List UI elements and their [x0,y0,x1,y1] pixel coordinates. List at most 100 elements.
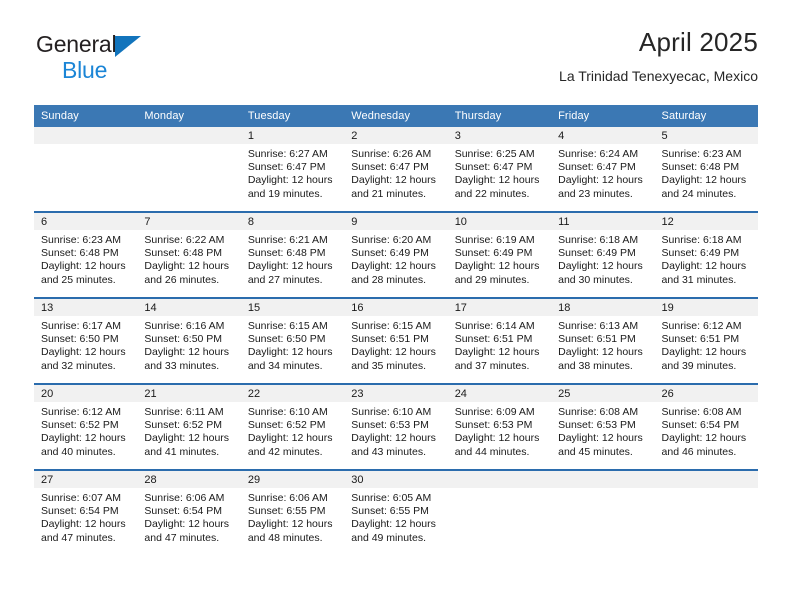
page-title: April 2025 [638,27,758,57]
daylight-text: Daylight: 12 hours and 19 minutes. [247,174,333,200]
calendar-cell-day[interactable]: 29 Sunrise: 6:06 AM Sunset: 6:55 PM Dayligh… [240,469,345,555]
calendar-cell-day[interactable]: 17 Sunrise: 6:14 AM Sunset: 6:51 PM Dayligh… [447,297,552,384]
calendar-cell-day[interactable]: 2 Sunrise: 6:26 AM Sunset: 6:47 PM Daylight… [344,127,448,212]
day-number [551,471,655,488]
calendar-cell-empty [551,469,655,555]
general-blue-logo[interactable]: General Blue [36,33,276,89]
day-number: 27 [34,471,138,488]
daylight-text: Daylight: 12 hours and 40 minutes. [41,432,126,458]
daylight-text: Daylight: 12 hours and 29 minutes. [454,260,540,286]
sunset-text: Sunset: 6:52 PM [247,419,326,432]
sunrise-text: Sunrise: 6:13 AM [558,320,639,332]
day-number: 17 [447,299,552,316]
calendar-cell-day[interactable]: 7 Sunrise: 6:22 AM Sunset: 6:48 PM Daylight… [137,211,241,298]
day-sun-info: Sunrise: 6:08 AM Sunset: 6:54 PM Daylight:… [655,402,758,459]
sunrise-text: Sunrise: 6:11 AM [144,406,224,418]
day-sun-info: Sunrise: 6:06 AM Sunset: 6:54 PM Daylight:… [137,488,240,545]
weekday-header-tuesday: Tuesday [240,105,345,127]
sunset-text: Sunset: 6:50 PM [144,333,223,346]
calendar-cell-day[interactable]: 26 Sunrise: 6:08 AM Sunset: 6:54 PM Dayligh… [654,383,758,470]
calendar-cell-day[interactable]: 16 Sunrise: 6:15 AM Sunset: 6:51 PM Dayligh… [344,297,448,384]
calendar-cell-day[interactable]: 13 Sunrise: 6:17 AM Sunset: 6:50 PM Dayligh… [34,297,138,384]
daylight-text: Daylight: 12 hours and 48 minutes. [247,518,333,544]
day-number: 5 [654,127,758,144]
day-cell: 9 Sunrise: 6:20 AM Sunset: 6:49 PM Daylight… [344,213,448,297]
day-cell: 26 Sunrise: 6:08 AM Sunset: 6:54 PM Dayligh… [654,385,758,469]
sunset-text: Sunset: 6:51 PM [558,333,636,346]
day-cell: 19 Sunrise: 6:12 AM Sunset: 6:51 PM Dayligh… [654,299,758,383]
day-cell: 10 Sunrise: 6:19 AM Sunset: 6:49 PM Dayligh… [447,213,552,297]
calendar-cell-day[interactable]: 8 Sunrise: 6:21 AM Sunset: 6:48 PM Daylight… [240,211,345,298]
calendar-cell-day[interactable]: 12 Sunrise: 6:18 AM Sunset: 6:49 PM Dayligh… [654,211,758,298]
page-subtitle: La Trinidad Tenexyecac, Mexico [559,67,758,84]
daylight-text: Daylight: 12 hours and 31 minutes. [661,260,747,286]
sunset-text: Sunset: 6:48 PM [247,247,326,260]
daylight-text: Daylight: 12 hours and 39 minutes. [661,346,747,372]
calendar-week-row: 1 Sunrise: 6:27 AM Sunset: 6:47 PM Daylight… [34,127,758,212]
daylight-text: Daylight: 12 hours and 32 minutes. [41,346,126,372]
day-cell: 3 Sunrise: 6:25 AM Sunset: 6:47 PM Daylight… [447,127,552,211]
calendar-cell-day[interactable]: 20 Sunrise: 6:12 AM Sunset: 6:52 PM Dayligh… [34,383,138,470]
sunrise-text: Sunrise: 6:12 AM [661,320,742,332]
day-sun-info: Sunrise: 6:15 AM Sunset: 6:50 PM Daylight:… [241,316,344,373]
logo-triangle-icon [115,36,141,57]
sunrise-text: Sunrise: 6:08 AM [558,406,639,418]
day-number: 26 [654,385,758,402]
calendar-cell-day[interactable]: 14 Sunrise: 6:16 AM Sunset: 6:50 PM Dayligh… [137,297,241,384]
weekday-header-wednesday: Wednesday [344,105,448,127]
daylight-text: Daylight: 12 hours and 42 minutes. [247,432,333,458]
calendar-cell-day[interactable]: 1 Sunrise: 6:27 AM Sunset: 6:47 PM Daylight… [240,127,345,212]
day-number: 29 [240,471,345,488]
calendar-cell-day[interactable]: 3 Sunrise: 6:25 AM Sunset: 6:47 PM Daylight… [447,127,552,212]
calendar-cell-day[interactable]: 23 Sunrise: 6:10 AM Sunset: 6:53 PM Dayligh… [344,383,448,470]
day-number: 9 [344,213,448,230]
calendar-cell-day[interactable]: 4 Sunrise: 6:24 AM Sunset: 6:47 PM Daylight… [551,127,655,212]
day-cell: 30 Sunrise: 6:05 AM Sunset: 6:55 PM Dayligh… [344,471,448,555]
calendar-cell-day[interactable]: 5 Sunrise: 6:23 AM Sunset: 6:48 PM Daylight… [654,127,758,212]
sunset-text: Sunset: 6:55 PM [351,505,429,518]
sunrise-text: Sunrise: 6:24 AM [558,148,639,160]
calendar-cell-day[interactable]: 9 Sunrise: 6:20 AM Sunset: 6:49 PM Daylight… [344,211,448,298]
sunrise-text: Sunrise: 6:05 AM [351,492,432,504]
day-cell: 15 Sunrise: 6:15 AM Sunset: 6:50 PM Dayligh… [240,299,345,383]
sunset-text: Sunset: 6:49 PM [661,247,740,260]
calendar-cell-day[interactable]: 24 Sunrise: 6:09 AM Sunset: 6:53 PM Dayligh… [447,383,552,470]
day-number: 28 [137,471,241,488]
calendar-cell-day[interactable]: 15 Sunrise: 6:15 AM Sunset: 6:50 PM Dayligh… [240,297,345,384]
sunset-text: Sunset: 6:47 PM [454,161,533,174]
sunrise-text: Sunrise: 6:20 AM [351,234,432,246]
day-number: 2 [344,127,448,144]
logo-top-row: General [36,33,276,59]
calendar-cell-day[interactable]: 25 Sunrise: 6:08 AM Sunset: 6:53 PM Dayligh… [551,383,655,470]
weekday-header-saturday: Saturday [654,105,758,127]
day-sun-info: Sunrise: 6:18 AM Sunset: 6:49 PM Daylight:… [655,230,758,287]
day-number: 16 [344,299,448,316]
day-sun-info: Sunrise: 6:10 AM Sunset: 6:52 PM Daylight:… [241,402,344,459]
day-sun-info: Sunrise: 6:15 AM Sunset: 6:51 PM Daylight:… [344,316,447,373]
calendar-cell-day[interactable]: 30 Sunrise: 6:05 AM Sunset: 6:55 PM Dayligh… [344,469,448,555]
daylight-text: Daylight: 12 hours and 21 minutes. [351,174,436,200]
day-number: 7 [137,213,241,230]
calendar-cell-empty [447,469,552,555]
day-sun-info: Sunrise: 6:22 AM Sunset: 6:48 PM Daylight:… [137,230,240,287]
day-cell: 4 Sunrise: 6:24 AM Sunset: 6:47 PM Daylight… [551,127,655,211]
sunset-text: Sunset: 6:54 PM [144,505,223,518]
calendar-cell-day[interactable]: 22 Sunrise: 6:10 AM Sunset: 6:52 PM Dayligh… [240,383,345,470]
daylight-text: Daylight: 12 hours and 37 minutes. [454,346,540,372]
day-sun-info: Sunrise: 6:12 AM Sunset: 6:51 PM Daylight:… [655,316,758,373]
calendar-cell-day[interactable]: 18 Sunrise: 6:13 AM Sunset: 6:51 PM Dayligh… [551,297,655,384]
sunrise-text: Sunrise: 6:10 AM [247,406,328,418]
calendar-cell-day[interactable]: 6 Sunrise: 6:23 AM Sunset: 6:48 PM Daylight… [34,211,138,298]
daylight-text: Daylight: 12 hours and 27 minutes. [247,260,333,286]
sunset-text: Sunset: 6:51 PM [351,333,429,346]
calendar-cell-day[interactable]: 28 Sunrise: 6:06 AM Sunset: 6:54 PM Dayligh… [137,469,241,555]
calendar-cell-day[interactable]: 11 Sunrise: 6:18 AM Sunset: 6:49 PM Dayligh… [551,211,655,298]
calendar-cell-day[interactable]: 19 Sunrise: 6:12 AM Sunset: 6:51 PM Dayligh… [654,297,758,384]
calendar-cell-day[interactable]: 27 Sunrise: 6:07 AM Sunset: 6:54 PM Dayligh… [34,469,138,555]
calendar-cell-day[interactable]: 21 Sunrise: 6:11 AM Sunset: 6:52 PM Dayligh… [137,383,241,470]
day-cell: 29 Sunrise: 6:06 AM Sunset: 6:55 PM Dayligh… [240,471,345,555]
day-sun-info: Sunrise: 6:24 AM Sunset: 6:47 PM Daylight:… [551,144,654,201]
day-cell: 27 Sunrise: 6:07 AM Sunset: 6:54 PM Dayligh… [34,471,138,555]
calendar-cell-day[interactable]: 10 Sunrise: 6:19 AM Sunset: 6:49 PM Dayligh… [447,211,552,298]
calendar-week-row: 6 Sunrise: 6:23 AM Sunset: 6:48 PM Daylight… [34,211,758,298]
